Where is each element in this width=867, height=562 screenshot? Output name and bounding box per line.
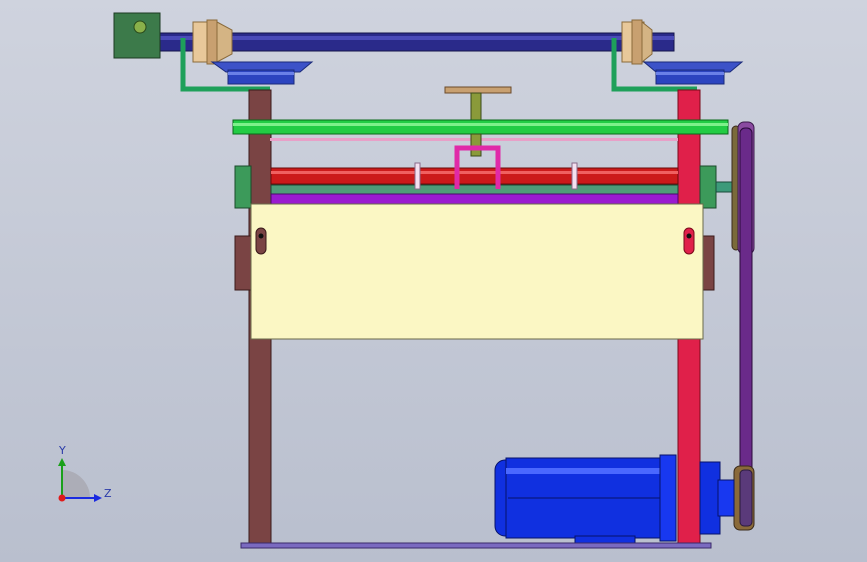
top-drive-shaft: [157, 32, 675, 52]
lead-screw: [470, 133, 482, 157]
left-slot-fastener: [255, 227, 267, 255]
left-bevel-gear: [210, 61, 314, 85]
red-roller-highlight: [271, 171, 678, 174]
right-slot-fastener: [683, 227, 695, 255]
spacer-ring-left: [414, 162, 421, 190]
coordinate-triad: Y Z: [58, 444, 112, 502]
triad-origin: [58, 494, 66, 502]
right-bevel-gear: [642, 61, 744, 85]
triad-arc: [62, 470, 90, 498]
drive-belt: [739, 127, 753, 525]
triad-z-arrow: [94, 494, 102, 502]
main-housing: [250, 203, 704, 340]
top-drive-shaft-highlight: [158, 36, 674, 40]
handwheel-bar[interactable]: [444, 86, 512, 94]
gearbox-block: [113, 12, 161, 59]
handwheel-stem: [470, 92, 482, 124]
triad-y-label: Y: [58, 444, 66, 457]
triad-z-label: Z: [104, 487, 112, 500]
guide-rail: [232, 119, 729, 135]
purple-roller: [270, 193, 679, 205]
green-roller: [270, 184, 679, 195]
red-roller: [270, 167, 679, 185]
mechanical-assembly-view: Y Z: [58, 12, 755, 549]
base-plate: [240, 542, 712, 549]
guide-rail-highlight: [233, 123, 728, 126]
left-bearing-block: [234, 165, 252, 209]
lower-pulley: [733, 465, 755, 531]
spacer-ring-right: [571, 162, 578, 190]
left-pinion-gear: [192, 19, 233, 65]
left-side-tab: [234, 235, 252, 291]
right-bearing-block: [699, 165, 717, 209]
triad-y-arrow: [58, 458, 66, 466]
gearbox-bearing: [133, 20, 147, 34]
right-pinion-gear: [621, 19, 653, 65]
